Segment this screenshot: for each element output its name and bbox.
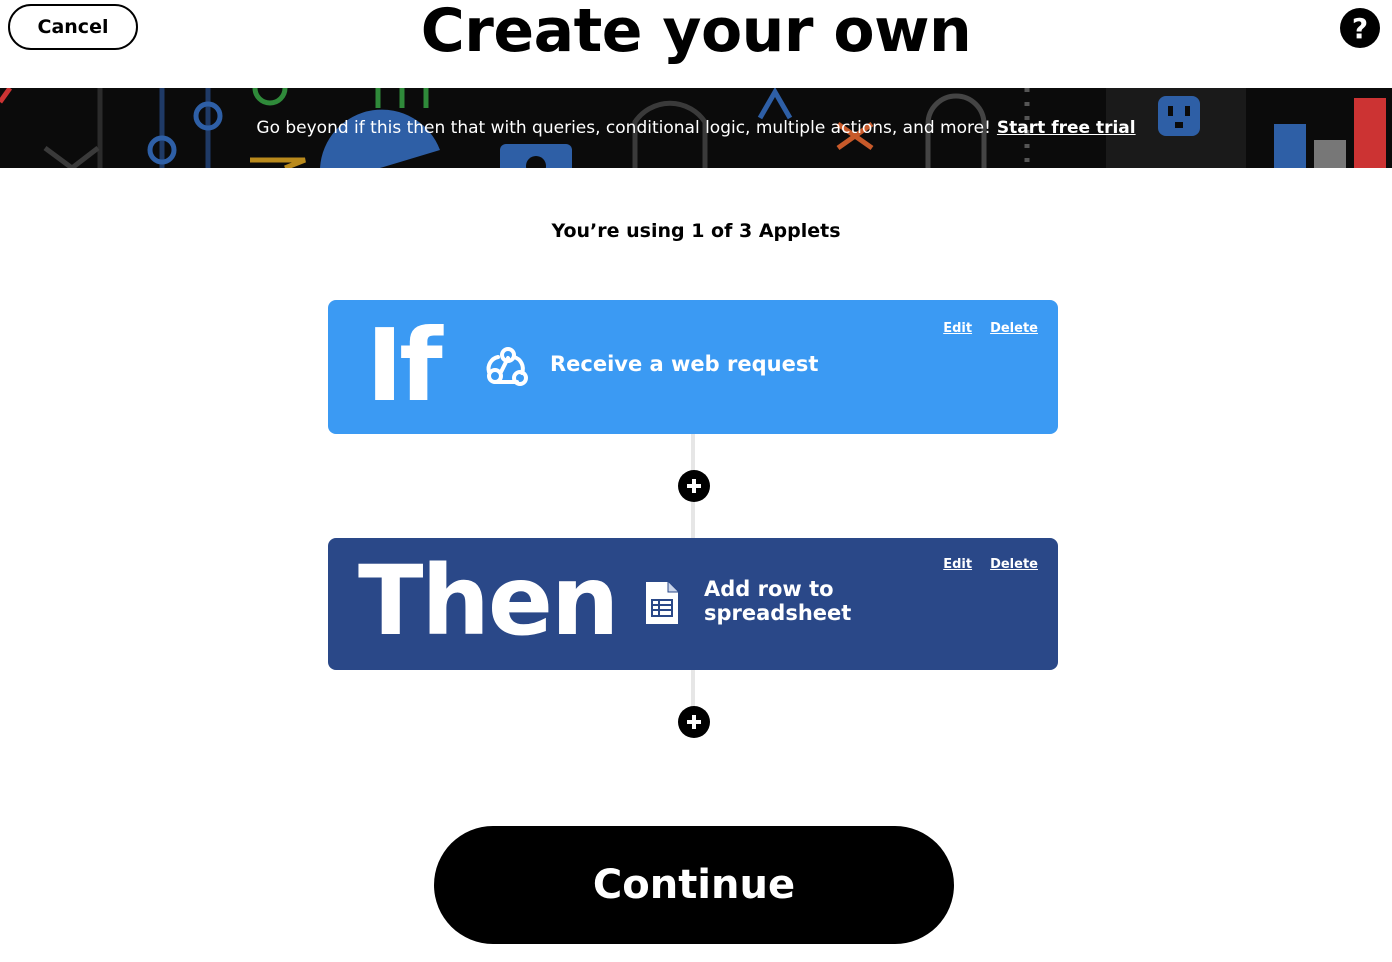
action-card[interactable]: Then Add row to spreadsheet Edit Delete [328,538,1058,670]
banner-text: Go beyond if this then that with queries… [0,88,1392,168]
promo-banner: Go beyond if this then that with queries… [0,88,1392,168]
if-keyword: If [366,307,443,424]
plus-icon [687,715,701,729]
action-edit-link[interactable]: Edit [943,557,972,572]
connector-line [691,670,695,710]
add-step-button[interactable] [678,470,710,502]
banner-message: Go beyond if this then that with queries… [256,118,991,138]
trigger-edit-link[interactable]: Edit [943,321,972,336]
page-title: Create your own [420,0,972,66]
continue-button[interactable]: Continue [434,826,954,944]
action-label: Add row to spreadsheet [704,577,852,625]
webhooks-icon [486,347,528,386]
applet-usage-text: You’re using 1 of 3 Applets [551,220,841,242]
trigger-card[interactable]: If Receive a web request Edit Delete [328,300,1058,434]
question-mark-icon[interactable]: ? [1340,8,1380,48]
plus-icon [687,479,701,493]
then-keyword: Then [358,545,619,657]
action-delete-link[interactable]: Delete [990,557,1038,572]
trigger-actions: Edit Delete [943,321,1038,336]
google-sheets-icon [646,582,678,624]
trigger-label: Receive a web request [550,352,819,376]
add-action-button[interactable] [678,706,710,738]
header: Cancel Create your own ? [0,0,1392,88]
start-free-trial-link[interactable]: Start free trial [997,118,1136,138]
trigger-delete-link[interactable]: Delete [990,321,1038,336]
action-actions: Edit Delete [943,557,1038,572]
